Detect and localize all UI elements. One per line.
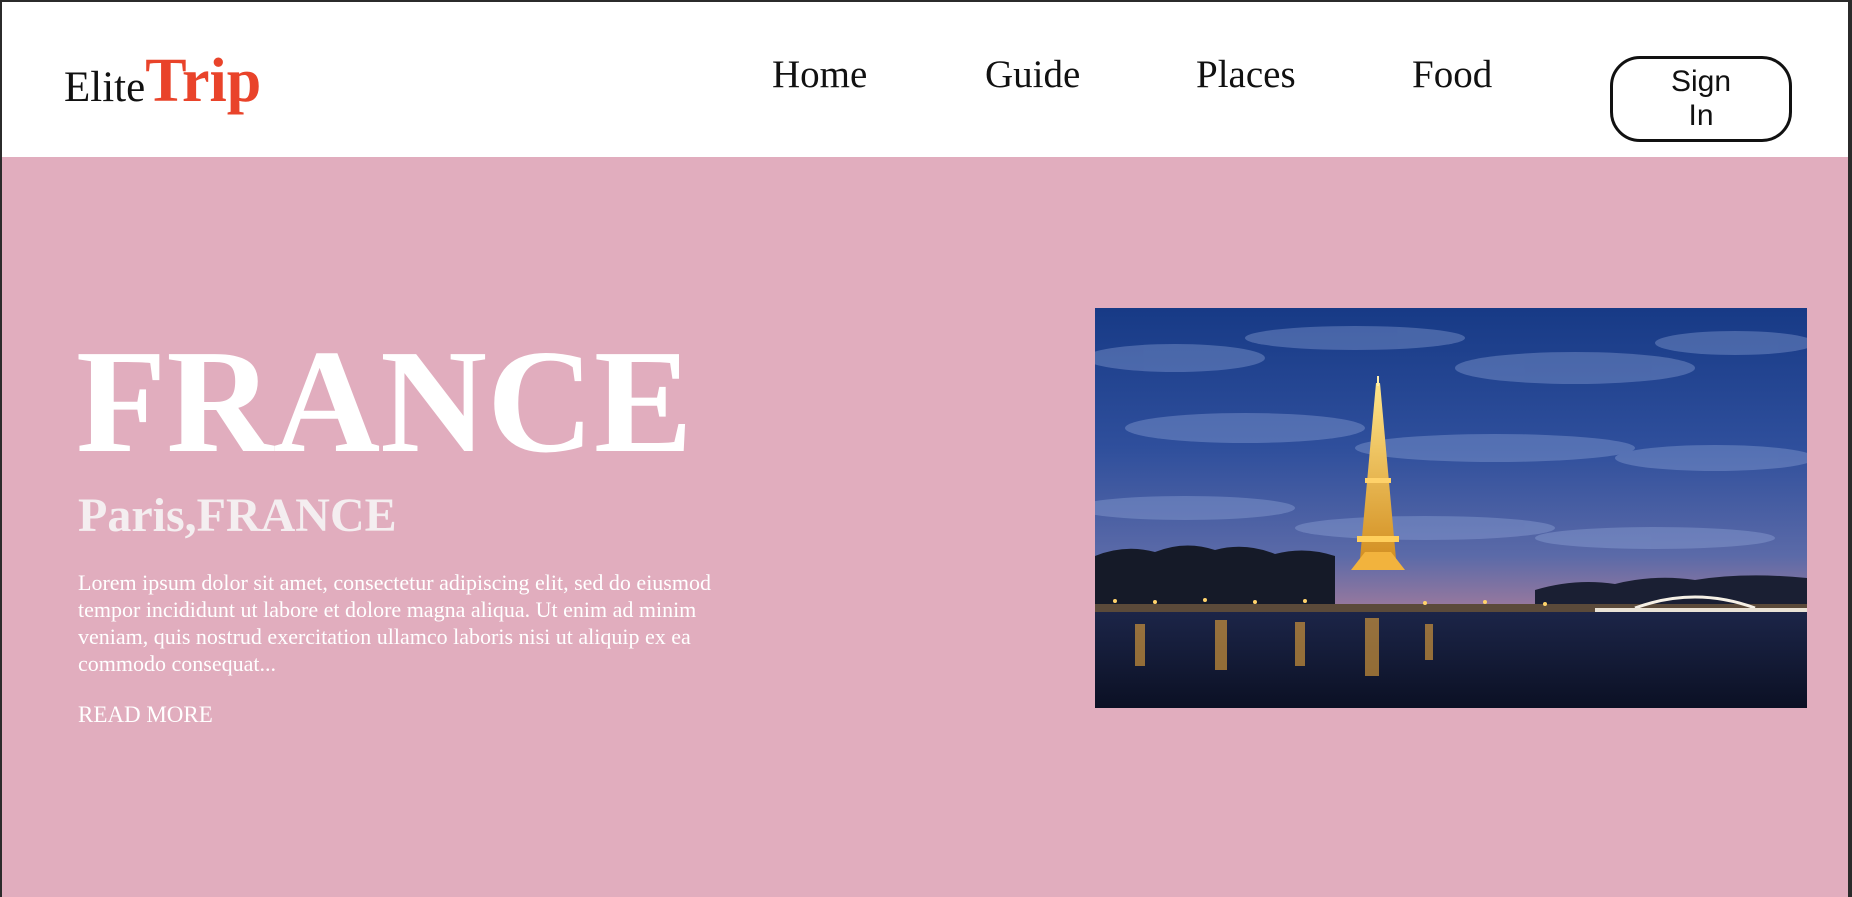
eiffel-tower-photo xyxy=(1095,308,1807,708)
top-navbar: EliteTrip Home Guide Places Food Sign In xyxy=(2,2,1848,157)
nav-link-guide[interactable]: Guide xyxy=(985,52,1080,97)
browser-viewport: EliteTrip Home Guide Places Food Sign In… xyxy=(2,2,1848,897)
sign-in-label-line2: In xyxy=(1688,99,1714,132)
nav-link-places[interactable]: Places xyxy=(1196,52,1296,97)
hero-subtitle: Paris,FRANCE xyxy=(78,489,397,542)
site-logo[interactable]: EliteTrip xyxy=(64,46,261,117)
hero-description: Lorem ipsum dolor sit amet, consectetur … xyxy=(78,570,711,676)
logo-elite-text: Elite xyxy=(64,64,146,111)
logo-trip-text: Trip xyxy=(145,47,262,115)
sign-in-button[interactable]: Sign In xyxy=(1610,56,1792,142)
read-more-link[interactable]: READ MORE xyxy=(78,702,213,728)
nav-link-food[interactable]: Food xyxy=(1412,52,1492,97)
sign-in-label-line1: Sign xyxy=(1670,65,1732,98)
hero-title: FRANCE xyxy=(76,320,693,484)
nav-link-home[interactable]: Home xyxy=(772,52,867,97)
